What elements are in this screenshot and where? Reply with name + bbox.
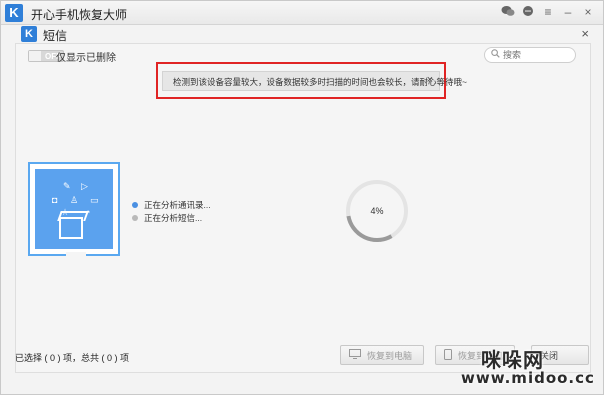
selection-summary: 已选择 ( 0 ) 项，总共 ( 0 ) 项 bbox=[15, 353, 130, 363]
device-illustration: ✎ ▷ ◘ ♙ ▭ ☆ ◔ bbox=[28, 162, 120, 256]
active-dot-icon bbox=[132, 202, 138, 208]
close-icon[interactable]: × bbox=[581, 5, 595, 19]
content-panel: OFF 仅显示已删除 检测到该设备容量较大，设备数据较多时扫描的时间也会较长，请… bbox=[15, 43, 591, 373]
recover-to-pc-label: 恢复到电脑 bbox=[367, 350, 413, 361]
status-text: 正在分析短信... bbox=[144, 213, 203, 223]
titlebar-controls: ≡ – × bbox=[501, 5, 595, 19]
computer-icon bbox=[349, 349, 361, 361]
scan-progress: 4% bbox=[344, 178, 410, 244]
capacity-notice: 检测到该设备容量较大，设备数据较多时扫描的时间也会较长，请耐心等待哦~ × bbox=[156, 62, 467, 99]
camera-icon: ◘ bbox=[52, 195, 58, 205]
module-header: K 短信 × bbox=[1, 25, 603, 43]
only-deleted-label: 仅显示已删除 bbox=[56, 53, 116, 64]
module-title: 短信 bbox=[43, 29, 68, 43]
module-close-icon[interactable]: × bbox=[581, 26, 589, 41]
phone-icon bbox=[444, 348, 452, 362]
pending-dot-icon bbox=[132, 215, 138, 221]
search-icon bbox=[491, 49, 500, 61]
contacts-icon: ♙ bbox=[70, 195, 79, 205]
device-graphic: ✎ ▷ ◘ ♙ ▭ ☆ ◔ bbox=[35, 169, 113, 249]
notice-text: 检测到该设备容量较大，设备数据较多时扫描的时间也会较长，请耐心等待哦~ bbox=[173, 77, 467, 87]
minimize-icon[interactable]: – bbox=[561, 5, 575, 19]
search-input[interactable] bbox=[503, 49, 573, 61]
edit-icon: ✎ bbox=[63, 181, 71, 191]
play-icon: ▷ bbox=[81, 181, 88, 191]
frame-gap bbox=[66, 252, 86, 256]
watermark-url: www.midoo.cc bbox=[461, 369, 595, 387]
app-logo: K bbox=[5, 4, 23, 22]
app-title: 开心手机恢复大师 bbox=[31, 8, 128, 22]
chat-icon[interactable] bbox=[521, 5, 535, 19]
app-window: K 开心手机恢复大师 ≡ – × K 短信 × OFF 仅显示已删除 搜索 检测… bbox=[0, 0, 604, 395]
module-logo: K bbox=[21, 26, 37, 42]
status-item-sms: 正在分析短信... bbox=[132, 212, 211, 224]
wechat-icon[interactable] bbox=[501, 5, 515, 19]
progress-label: 4% bbox=[370, 206, 384, 216]
title-bar: K 开心手机恢复大师 ≡ – × bbox=[1, 1, 603, 25]
status-text: 正在分析通讯录... bbox=[144, 200, 211, 210]
toggle-knob bbox=[29, 51, 41, 61]
status-item-contacts: 正在分析通讯录... bbox=[132, 199, 211, 211]
search-box[interactable] bbox=[484, 47, 576, 63]
box-icon bbox=[59, 217, 83, 239]
notice-bar: 检测到该设备容量较大，设备数据较多时扫描的时间也会较长，请耐心等待哦~ × bbox=[162, 71, 467, 91]
recover-to-pc-button[interactable]: 恢复到电脑 bbox=[340, 345, 424, 365]
menu-icon[interactable]: ≡ bbox=[541, 5, 555, 19]
analysis-status-list: 正在分析通讯录... 正在分析短信... bbox=[132, 199, 211, 225]
notice-close-icon[interactable]: × bbox=[427, 74, 433, 86]
video-icon: ▭ bbox=[90, 195, 99, 205]
